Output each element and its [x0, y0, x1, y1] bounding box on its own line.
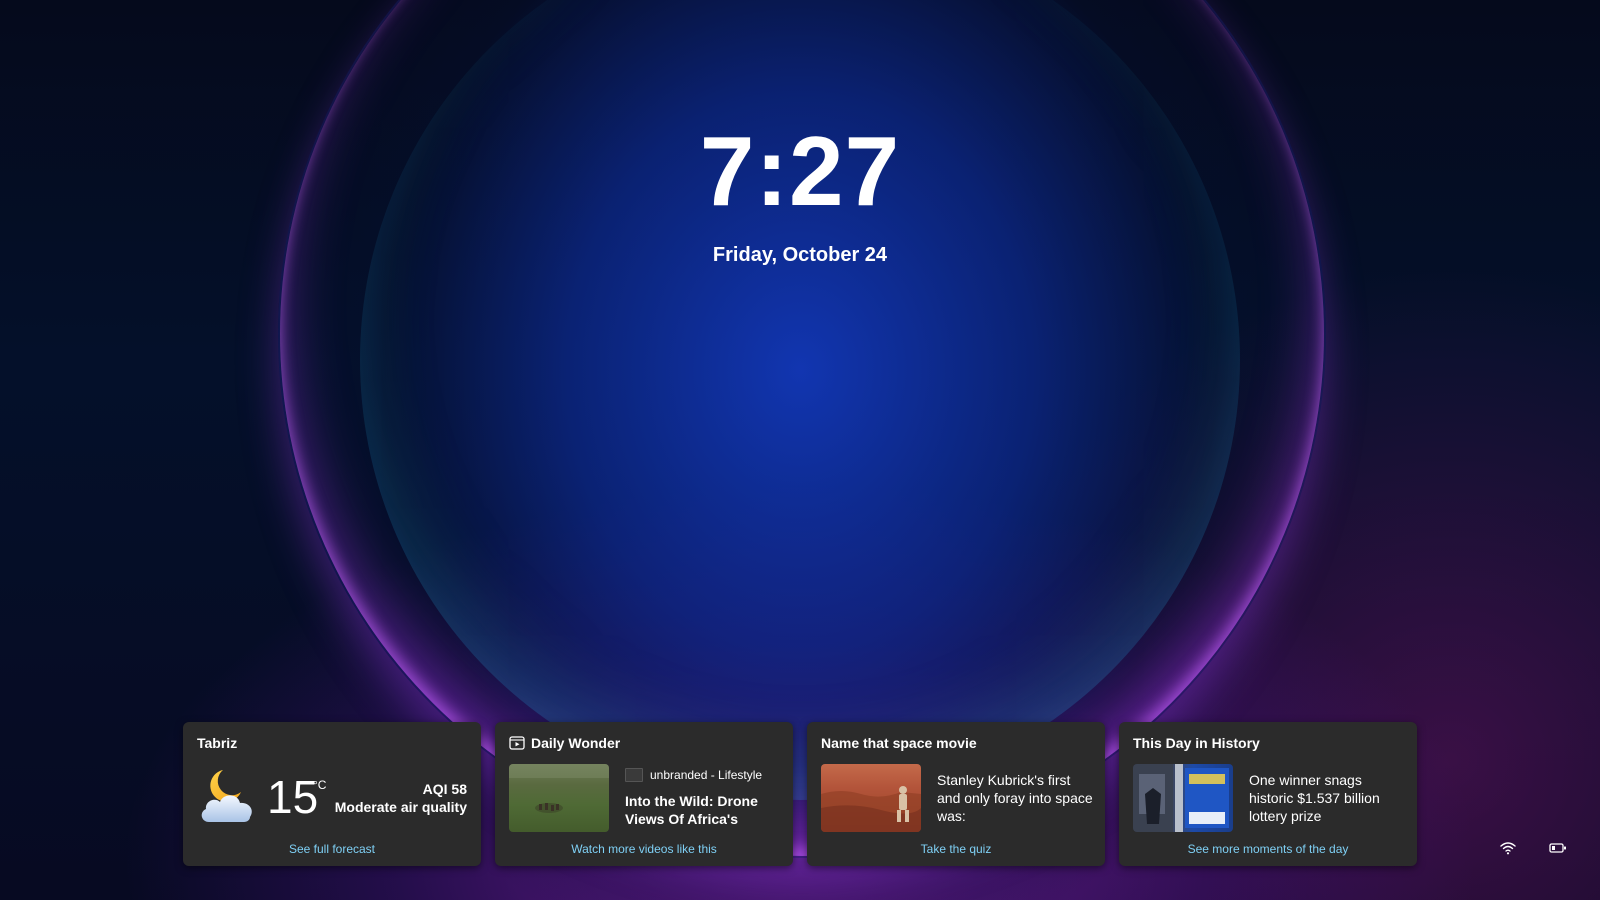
history-title: This Day in History — [1133, 735, 1260, 751]
see-forecast-link[interactable]: See full forecast — [183, 842, 481, 856]
watch-more-link[interactable]: Watch more videos like this — [495, 842, 793, 856]
source-logo-icon — [625, 768, 643, 782]
video-icon — [509, 736, 525, 750]
wifi-icon[interactable] — [1498, 838, 1518, 858]
weather-widget[interactable]: Tabriz 15 °C AQI 58 Moderate air quality… — [183, 722, 481, 866]
air-quality: AQI 58 Moderate air quality — [335, 780, 467, 816]
daily-wonder-header: Daily Wonder — [509, 735, 620, 751]
daily-wonder-widget[interactable]: Daily Wonder unbranded - Lifestyle Into … — [495, 722, 793, 866]
video-headline[interactable]: Into the Wild: Drone Views Of Africa's S… — [625, 792, 783, 828]
partly-cloudy-night-icon — [201, 770, 252, 822]
lock-date: Friday, October 24 — [712, 244, 888, 266]
quiz-question: Stanley Kubrick's first and only foray i… — [937, 772, 1093, 824]
take-quiz-link[interactable]: Take the quiz — [807, 842, 1105, 856]
lock-clock: 7:27 — [699, 116, 901, 226]
see-more-moments-link[interactable]: See more moments of the day — [1119, 842, 1417, 856]
system-tray — [1498, 838, 1568, 858]
quiz-widget[interactable]: Name that space movie Stanley Kubrick's … — [807, 722, 1105, 866]
history-headline: One winner snags historic $1.537 billion… — [1249, 772, 1380, 824]
history-widget[interactable]: This Day in History One winner snags his… — [1119, 722, 1417, 866]
battery-icon[interactable] — [1548, 838, 1568, 858]
mars-thumbnail — [821, 764, 921, 832]
daily-wonder-title: Daily Wonder — [531, 735, 621, 751]
video-headline-text: Into the Wild: Drone Views Of Africa's S… — [625, 793, 758, 827]
lock-screen: 7:27 Friday, October 24 Tabriz 15 °C AQI… — [0, 0, 1600, 900]
lottery-thumbnail — [1133, 764, 1233, 832]
weather-location: Tabriz — [197, 735, 238, 751]
savanna-thumbnail — [509, 764, 609, 832]
aqi-value: AQI 58 — [422, 781, 467, 797]
video-source-label: unbranded - Lifestyle — [650, 768, 763, 782]
quiz-title: Name that space movie — [821, 735, 977, 751]
widget-row: Tabriz 15 °C AQI 58 Moderate air quality… — [183, 722, 1417, 866]
temperature-unit: °C — [313, 778, 327, 792]
aqi-label: Moderate air quality — [334, 799, 467, 815]
video-source: unbranded - Lifestyle — [625, 768, 762, 782]
temperature: 15 — [267, 771, 319, 823]
